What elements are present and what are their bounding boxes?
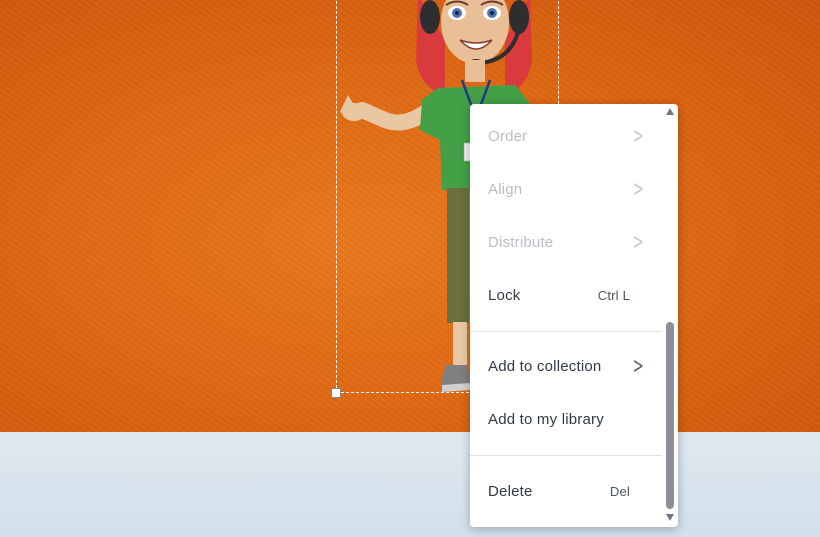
menu-divider [470, 331, 662, 332]
menu-item-label: Lock [488, 287, 521, 304]
menu-divider [470, 455, 662, 456]
resize-handle[interactable] [331, 388, 341, 398]
chevron-right-icon: > [632, 123, 644, 149]
chevron-right-icon: > [632, 176, 644, 202]
menu-item-label: Add to my library [488, 411, 604, 428]
shortcut-label: Del [609, 484, 630, 499]
menu-item-label: Add to collection [488, 358, 602, 375]
menu-item-label: Delete [488, 483, 533, 500]
menu-item-order[interactable]: Order > [470, 110, 662, 163]
scrollbar-thumb[interactable] [666, 322, 674, 509]
menu-item-align[interactable]: Align > [470, 163, 662, 216]
timeline-area[interactable] [0, 432, 820, 537]
arrow-down-icon[interactable] [666, 514, 674, 521]
menu-item-distribute[interactable]: Distribute > [470, 216, 662, 269]
character-figure[interactable] [0, 0, 820, 432]
menu-item-lock[interactable]: Lock Ctrl L [470, 269, 662, 322]
shortcut-label: Ctrl L [597, 288, 630, 303]
menu-item-add-to-my-library[interactable]: Add to my library [470, 393, 662, 446]
chevron-right-icon: > [632, 229, 644, 255]
context-menu: Order > Align > Distribute > Lock Ctrl L… [470, 104, 678, 527]
menu-item-label: Order [488, 128, 528, 145]
menu-item-label: Align [488, 181, 523, 198]
menu-item-label: Distribute [488, 234, 554, 251]
menu-item-add-to-collection[interactable]: Add to collection > [470, 340, 662, 393]
chevron-right-icon: > [632, 353, 644, 379]
arrow-up-icon[interactable] [666, 108, 674, 115]
menu-item-delete[interactable]: Delete Del [470, 465, 662, 518]
